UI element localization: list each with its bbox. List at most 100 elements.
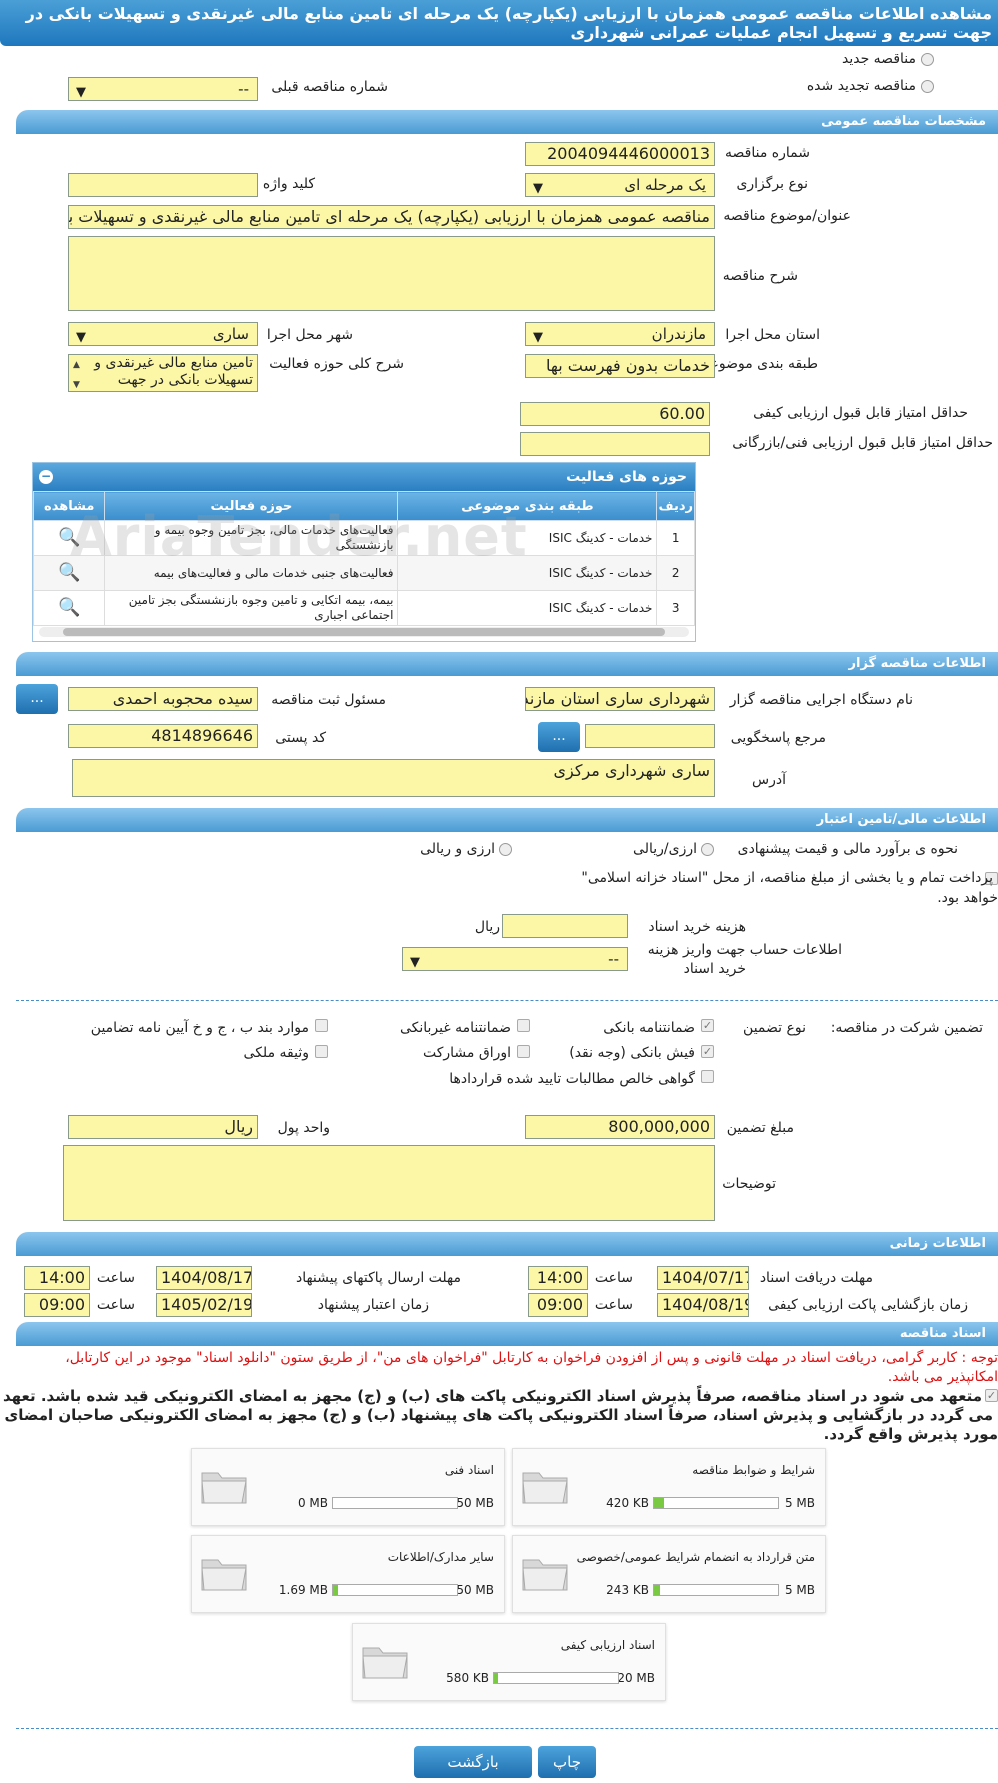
folder-icon bbox=[201, 1559, 247, 1591]
document-current-size: 580 KB bbox=[446, 1671, 489, 1685]
bonds-checkbox[interactable] bbox=[517, 1045, 530, 1058]
submit-time-field[interactable]: 14:00 bbox=[24, 1266, 90, 1290]
description-textarea[interactable] bbox=[68, 236, 715, 311]
category-label: طبقه بندی موضوعی bbox=[698, 356, 818, 372]
city-value: ساری bbox=[212, 325, 249, 343]
collapse-icon[interactable]: − bbox=[39, 470, 53, 484]
opening-time-field[interactable]: 09:00 bbox=[528, 1293, 588, 1317]
scope-value: تامین منابع مالی غیرنقدی و تسهیلات بانکی… bbox=[94, 355, 253, 388]
postal-code-label: کد پستی bbox=[275, 730, 326, 746]
tender-number-field[interactable]: 2004094446000013 bbox=[525, 142, 715, 166]
min-quality-field[interactable]: 60.00 bbox=[520, 402, 710, 426]
scrollbar-thumb[interactable] bbox=[63, 628, 665, 636]
opening-label: زمان بازگشایی پاکت ارزیابی کیفی bbox=[768, 1297, 968, 1313]
property-checkbox[interactable] bbox=[315, 1045, 328, 1058]
address-field[interactable]: ساری شهرداری مرکزی bbox=[72, 759, 715, 797]
scroll-down-icon[interactable]: ▼ bbox=[73, 377, 80, 391]
nonbank-guarantee-checkbox[interactable] bbox=[517, 1019, 530, 1032]
city-select[interactable]: ساری ▼ bbox=[68, 322, 258, 346]
opening-date-field[interactable]: 1404/08/19 bbox=[657, 1293, 749, 1317]
category-field[interactable]: خدمات بدون فهرست بها bbox=[525, 354, 715, 378]
responsible-field[interactable]: سیده محجوبه احمدی bbox=[68, 687, 258, 711]
responsible-more-button[interactable]: ... bbox=[16, 684, 58, 714]
cell-row: 2 bbox=[656, 555, 695, 591]
commitment-text-2: می گردد در بازگشایی و پذیرش اسناد، صرفاً… bbox=[0, 1406, 993, 1424]
folder-icon bbox=[522, 1559, 568, 1591]
method-select[interactable]: یک مرحله ای ▼ bbox=[525, 173, 715, 197]
bonds-label: اوراق مشارکت bbox=[422, 1045, 511, 1061]
islamic-treasury-label: پرداخت تمام و یا بخشی از مبلغ مناقصه، از… bbox=[581, 870, 993, 886]
back-button[interactable]: بازگشت bbox=[414, 1746, 532, 1778]
document-card[interactable]: اسناد فنی 50 MB 0 MB bbox=[191, 1448, 505, 1526]
keyword-field[interactable] bbox=[68, 173, 258, 197]
province-value: مازندران bbox=[651, 325, 706, 343]
both-currency-radio[interactable] bbox=[499, 843, 512, 856]
regulation-items-checkbox[interactable] bbox=[315, 1019, 328, 1032]
amount-field[interactable]: 800,000,000 bbox=[525, 1115, 715, 1139]
document-current-size: 420 KB bbox=[606, 1496, 649, 1510]
document-max-size: 20 MB bbox=[617, 1671, 655, 1685]
submit-date-field[interactable]: 1404/08/17 bbox=[156, 1266, 252, 1290]
receive-date-field[interactable]: 1404/07/17 bbox=[657, 1266, 749, 1290]
validity-date-field[interactable]: 1405/02/19 bbox=[156, 1293, 252, 1317]
folder-icon bbox=[201, 1472, 247, 1504]
scroll-up-icon[interactable]: ▲ bbox=[73, 357, 80, 374]
reference-field[interactable] bbox=[585, 724, 715, 748]
receivables-checkbox[interactable] bbox=[701, 1070, 714, 1083]
account-label-2: خرید اسناد bbox=[683, 961, 746, 977]
document-max-size: 50 MB bbox=[456, 1496, 494, 1510]
bank-guarantee-checkbox[interactable]: ✓ bbox=[701, 1019, 714, 1032]
address-label: آدرس bbox=[752, 772, 786, 788]
org-name-label: نام دستگاه اجرایی مناقصه گزار bbox=[729, 692, 913, 708]
document-name: شرایط و ضوابط مناقصه bbox=[692, 1463, 815, 1477]
subject-field[interactable]: مناقصه عمومی همزمان با ارزیابی (یکپارچه)… bbox=[68, 205, 715, 229]
magnifier-icon[interactable]: 🔍 bbox=[58, 597, 80, 618]
account-select[interactable]: -- ▼ bbox=[402, 947, 628, 971]
participation-guarantee-label: تضمین شرکت در مناقصه: bbox=[830, 1020, 983, 1036]
cell-field: بیمه، بیمه اتکایی و تامین وجوه بازنشستگی… bbox=[104, 590, 399, 626]
document-progress-fill bbox=[654, 1498, 664, 1508]
chevron-down-icon: ▼ bbox=[410, 955, 420, 970]
previous-number-select[interactable]: -- ▼ bbox=[68, 77, 258, 101]
renewed-tender-radio[interactable] bbox=[921, 80, 934, 93]
new-tender-radio[interactable] bbox=[921, 53, 934, 66]
cell-category: خدمات - کدینگ ISIC bbox=[397, 590, 658, 626]
document-card[interactable]: متن قرارداد به انضمام شرایط عمومی/خصوصی … bbox=[512, 1535, 826, 1613]
watermark-text: AriaTender.net bbox=[70, 505, 528, 568]
document-max-size: 5 MB bbox=[784, 1583, 815, 1597]
document-card[interactable]: شرایط و ضوابط مناقصه 5 MB 420 KB bbox=[512, 1448, 826, 1526]
commitment-checkbox[interactable]: ✓ bbox=[985, 1389, 998, 1402]
print-button[interactable]: چاپ bbox=[538, 1746, 596, 1778]
chevron-down-icon: ▼ bbox=[533, 181, 543, 196]
province-select[interactable]: مازندران ▼ bbox=[525, 322, 715, 346]
notice-text: توجه : کاربر گرامی، دریافت اسناد در مهلت… bbox=[65, 1350, 998, 1366]
document-name: متن قرارداد به انضمام شرایط عمومی/خصوصی bbox=[576, 1550, 815, 1564]
cash-receipt-checkbox[interactable]: ✓ bbox=[701, 1045, 714, 1058]
method-label: نوع برگزاری bbox=[736, 176, 808, 192]
folder-icon bbox=[362, 1647, 408, 1679]
subject-label: عنوان/موضوع مناقصه bbox=[723, 208, 851, 224]
rial-radio[interactable] bbox=[701, 843, 714, 856]
scope-field[interactable]: تامین منابع مالی غیرنقدی و تسهیلات بانکی… bbox=[68, 354, 258, 392]
min-tech-field[interactable] bbox=[520, 432, 710, 456]
documents-section-header: اسناد مناقصه bbox=[16, 1322, 998, 1346]
view-cell: 🔍 bbox=[32, 590, 106, 626]
document-name: اسناد ارزیابی کیفی bbox=[560, 1638, 655, 1652]
doc-cost-field[interactable] bbox=[502, 914, 628, 938]
document-card[interactable]: سایر مدارک/اطلاعات 50 MB 1.69 MB bbox=[191, 1535, 505, 1613]
validity-time-field[interactable]: 09:00 bbox=[24, 1293, 90, 1317]
horizontal-scrollbar[interactable] bbox=[39, 627, 689, 637]
currency-label: واحد پول bbox=[277, 1120, 330, 1136]
notes-textarea[interactable] bbox=[63, 1145, 715, 1221]
tender-number-label: شماره مناقصه bbox=[725, 145, 810, 161]
islamic-treasury-label-2: خواهد بود. bbox=[937, 890, 998, 906]
document-card[interactable]: اسناد ارزیابی کیفی 20 MB 580 KB bbox=[352, 1623, 666, 1701]
document-progress-fill bbox=[494, 1673, 498, 1683]
reference-more-button[interactable]: ... bbox=[538, 722, 580, 752]
document-progress-fill bbox=[333, 1585, 338, 1595]
currency-field[interactable]: ریال bbox=[68, 1115, 258, 1139]
postal-code-field[interactable]: 4814896646 bbox=[68, 724, 258, 748]
receive-time-field[interactable]: 14:00 bbox=[528, 1266, 588, 1290]
org-name-field[interactable]: شهرداری ساری استان مازندران bbox=[525, 687, 715, 711]
opening-time-label: ساعت bbox=[594, 1297, 633, 1313]
